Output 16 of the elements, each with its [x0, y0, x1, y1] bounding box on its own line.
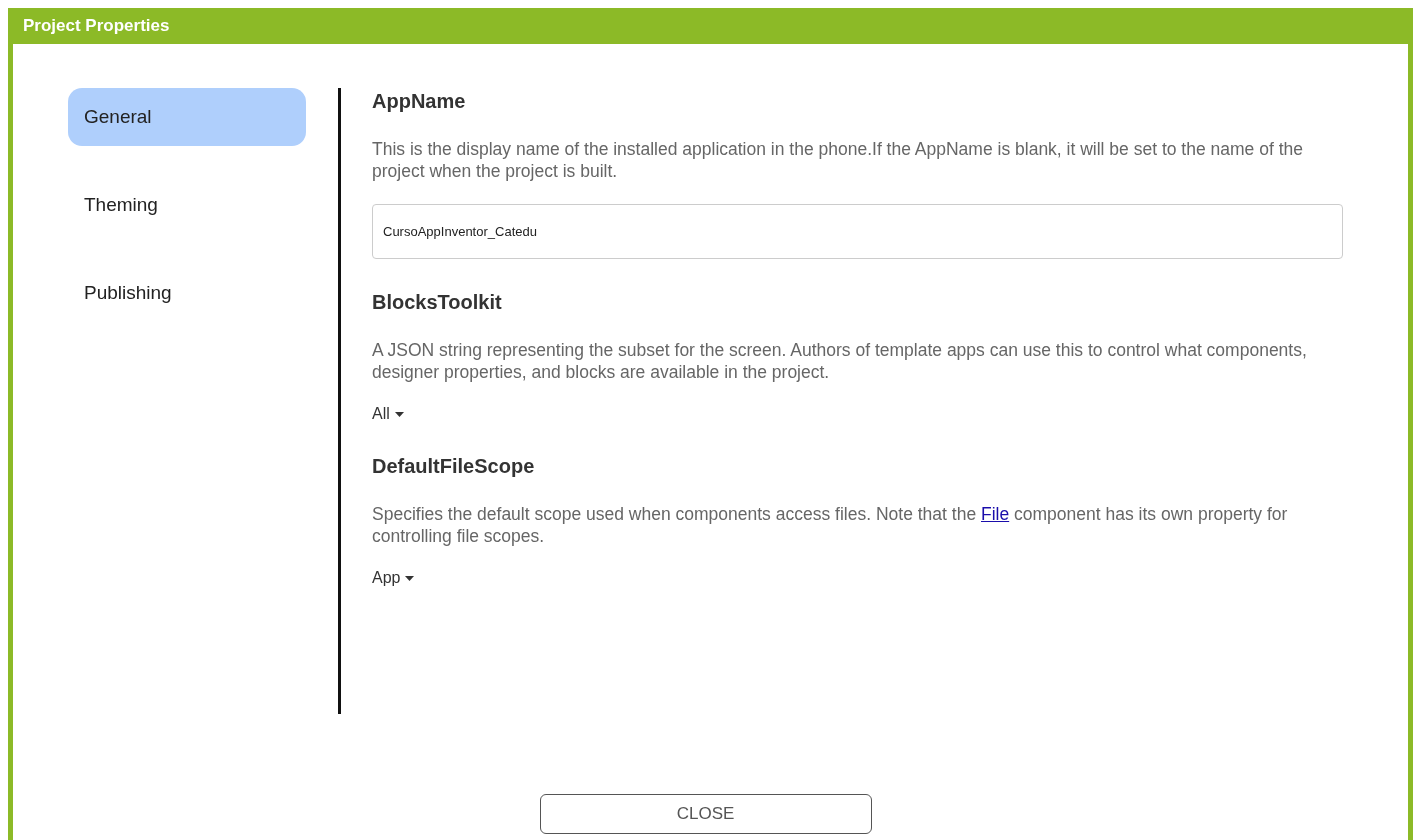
caret-icon — [405, 575, 415, 581]
property-heading: BlocksToolkit — [372, 290, 503, 314]
sidebar-item[interactable]: Publishing — [68, 264, 306, 322]
caret-icon — [394, 411, 404, 417]
property-heading: AppName — [372, 89, 467, 113]
property-description: Specifies the default scope used when components access files. Note that the File component has its own property for controlling file scopes. — [372, 503, 1289, 547]
property-description: A JSON string representing the subset for the screen. Authors of template apps can use this to control what components, designer properties, and blocks are available in the project. — [372, 339, 1308, 383]
property-heading: DefaultFileScope — [372, 454, 536, 478]
sidebar-item[interactable]: Theming — [68, 176, 306, 234]
dropdown-button[interactable]: App — [372, 569, 415, 587]
file-link[interactable]: File — [981, 504, 1010, 524]
close-button[interactable]: CLOSE — [539, 794, 872, 834]
sidebar-item[interactable]: General — [68, 88, 306, 146]
dropdown-button[interactable]: All — [372, 405, 404, 423]
app-name-field[interactable]: CursoAppInventor_Catedu — [372, 204, 1343, 259]
property-description: This is the display name of the installed application in the phone.If the AppName is blank, it will be set to the name of the project when the project is built. — [372, 138, 1304, 182]
